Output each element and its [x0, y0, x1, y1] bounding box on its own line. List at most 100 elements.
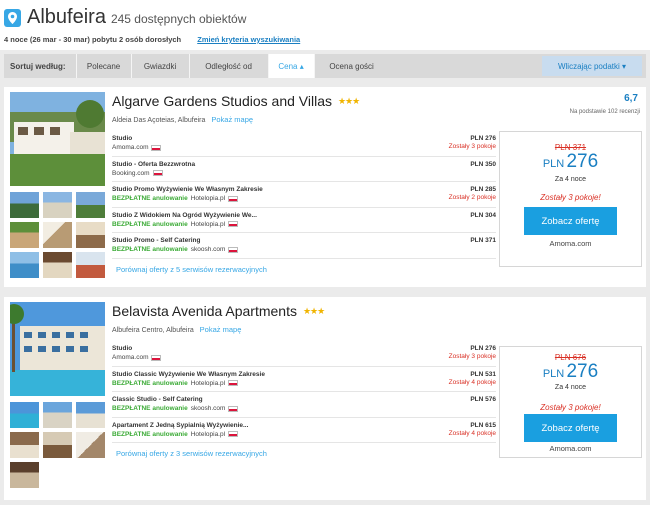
- offer-price: PLN 615: [470, 421, 496, 429]
- offer-site: Hotelopia.pl: [190, 195, 226, 202]
- photo-thumb[interactable]: [43, 432, 72, 458]
- results-header: Albufeira 245 dostępnych obiektów 4 noce…: [0, 0, 650, 50]
- sort-recommended[interactable]: Polecane: [75, 54, 131, 78]
- stay-summary: 4 noce (26 mar - 30 mar) pobytu 2 osób d…: [4, 35, 182, 44]
- price-currency: PLN: [542, 368, 565, 380]
- hotel-name[interactable]: Belavista Avenida Apartments: [112, 303, 297, 319]
- free-cancel-badge: BEZPŁATNE anulowanie: [112, 195, 188, 202]
- price-box: PLN 676 PLN 276 Za 4 noce Zostały 3 poko…: [499, 346, 642, 458]
- photo-thumb[interactable]: [76, 192, 105, 218]
- offer-price: PLN 371: [470, 237, 496, 244]
- offer-row[interactable]: Studio Promo Wyżywienie We Własnym Zakre…: [112, 182, 496, 208]
- rooms-left: Zostały 3 pokoje: [448, 143, 496, 150]
- flag-icon: [228, 246, 239, 253]
- photo-thumb[interactable]: [76, 432, 105, 458]
- review-count: Na podstawie 102 recenzji: [569, 109, 640, 115]
- free-cancel-badge: BEZPŁATNE anulowanie: [112, 379, 188, 387]
- photo-thumb[interactable]: [76, 222, 105, 248]
- tax-toggle-button[interactable]: Wliczając podatki ▾: [542, 56, 642, 76]
- offer-row[interactable]: Studio Classic Wyżywienie We Własnym Zak…: [112, 367, 496, 392]
- offer-site: Booking.com: [112, 169, 150, 177]
- offer-price: PLN 576: [470, 396, 496, 403]
- offer-price: PLN 276: [470, 345, 496, 352]
- offer-name: Classic Studio - Self Catering: [112, 396, 203, 403]
- offer-row[interactable]: Studio - Oferta Bezzwrotna Booking.com P…: [112, 157, 496, 182]
- offer-name: Studio Classic Wyżywienie We Własnym Zak…: [112, 370, 265, 378]
- photo-thumb[interactable]: [43, 252, 72, 278]
- offer-name: Studio Promo Wyżywienie We Własnym Zakre…: [112, 186, 263, 193]
- offer-site: Hotelopia.pl: [190, 220, 226, 228]
- photo-thumb[interactable]: [10, 462, 39, 488]
- photo-thumb[interactable]: [10, 222, 39, 248]
- offer-row[interactable]: Studio Amoma.com PLN 276 Zostały 3 pokoj…: [112, 341, 496, 367]
- view-deal-button[interactable]: Zobacz ofertę: [524, 414, 617, 442]
- location-pin-icon: [4, 8, 21, 27]
- rooms-left: Zostały 2 pokoje: [448, 194, 496, 201]
- offer-site: Amoma.com: [112, 354, 149, 361]
- photo-thumb[interactable]: [10, 432, 39, 458]
- photo-thumb[interactable]: [43, 222, 72, 248]
- offer-row[interactable]: Apartament Z Jedną Sypialnią Wyżywienie.…: [112, 418, 496, 443]
- offer-price: PLN 531: [470, 370, 496, 378]
- guest-rating: 6,7: [624, 93, 638, 104]
- offer-price: PLN 276: [470, 135, 496, 142]
- star-rating: ★★★: [302, 305, 325, 316]
- best-price: PLN 276: [500, 361, 641, 383]
- offer-row[interactable]: Studio Promo - Self Catering BEZPŁATNE a…: [112, 233, 496, 259]
- free-cancel-badge: BEZPŁATNE anulowanie: [112, 405, 188, 412]
- sort-label: Sortuj według:: [10, 61, 66, 71]
- offer-name: Studio Z Widokiem Na Ogród Wyżywienie We…: [112, 211, 257, 219]
- offer-price: PLN 350: [470, 160, 496, 168]
- sort-price[interactable]: Cena ▴: [267, 54, 314, 78]
- offer-row[interactable]: Studio Amoma.com PLN 276 Zostały 3 pokoj…: [112, 131, 496, 157]
- photo-thumb[interactable]: [43, 402, 72, 428]
- hotel-address: Aldeia Das Açoteias, Albufeira: [112, 117, 206, 124]
- flag-icon: [151, 144, 162, 151]
- free-cancel-badge: BEZPŁATNE anulowanie: [112, 220, 188, 228]
- offer-row[interactable]: Classic Studio - Self Catering BEZPŁATNE…: [112, 392, 496, 418]
- hotel-name[interactable]: Algarve Gardens Studios and Villas: [112, 93, 332, 109]
- flag-icon: [228, 431, 239, 437]
- hotel-card: Algarve Gardens Studios and Villas ★★★ A…: [4, 87, 646, 287]
- offer-site: skoosh.com: [190, 246, 226, 253]
- show-map-link[interactable]: Pokaż mapę: [200, 325, 242, 334]
- deal-source: Amoma.com: [549, 239, 592, 248]
- rooms-left: Zostały 4 pokoje: [448, 378, 496, 386]
- main-photo[interactable]: [10, 92, 105, 186]
- show-map-link[interactable]: Pokaż mapę: [211, 115, 253, 124]
- offer-site: skoosh.com: [190, 405, 226, 412]
- photo-thumb[interactable]: [76, 402, 105, 428]
- offer-name: Studio Promo - Self Catering: [112, 237, 201, 244]
- photo-thumb[interactable]: [10, 252, 39, 278]
- flag-icon: [228, 221, 239, 227]
- offer-row[interactable]: Studio Z Widokiem Na Ogród Wyżywienie We…: [112, 208, 496, 233]
- hotel-address: Albufeira Centro, Albufeira: [112, 327, 194, 334]
- view-deal-button[interactable]: Zobacz ofertę: [524, 207, 617, 235]
- photo-thumb[interactable]: [43, 192, 72, 218]
- photo-thumb[interactable]: [10, 192, 39, 218]
- sort-stars[interactable]: Gwiazdki: [130, 54, 189, 78]
- photo-thumb[interactable]: [76, 252, 105, 278]
- offer-list: Studio Amoma.com PLN 276 Zostały 3 pokoj…: [112, 131, 496, 259]
- offer-site: Hotelopia.pl: [190, 379, 226, 387]
- offer-name: Studio: [112, 345, 133, 352]
- sort-distance[interactable]: Odległość od: [188, 54, 268, 78]
- photo-thumb[interactable]: [10, 402, 39, 428]
- rooms-left: Zostały 3 pokoje: [448, 353, 496, 360]
- compare-offers-link[interactable]: Porównaj oferty z 3 serwisów rezerwacyjn…: [116, 449, 267, 458]
- rooms-left-alert: Zostały 3 pokoje!: [540, 403, 601, 412]
- compare-offers-link[interactable]: Porównaj oferty z 5 serwisów rezerwacyjn…: [116, 265, 267, 274]
- offer-name: Apartament Z Jedną Sypialnią Wyżywienie.…: [112, 421, 249, 429]
- offer-price: PLN 285: [470, 186, 496, 193]
- rooms-left: Zostały 4 pokoje: [448, 429, 496, 437]
- free-cancel-badge: BEZPŁATNE anulowanie: [112, 246, 188, 253]
- photo-gallery: [10, 302, 105, 488]
- main-photo[interactable]: [10, 302, 105, 396]
- sort-guest-rating[interactable]: Ocena gości: [313, 54, 389, 78]
- flag-icon: [151, 354, 162, 361]
- best-price: PLN 276: [500, 151, 641, 173]
- results-count: 245 dostępnych obiektów: [110, 12, 247, 26]
- change-criteria-link[interactable]: Zmień kryteria wyszukiwania: [197, 35, 300, 44]
- nights-label: Za 4 noce: [554, 384, 587, 391]
- price-currency: PLN: [542, 158, 565, 170]
